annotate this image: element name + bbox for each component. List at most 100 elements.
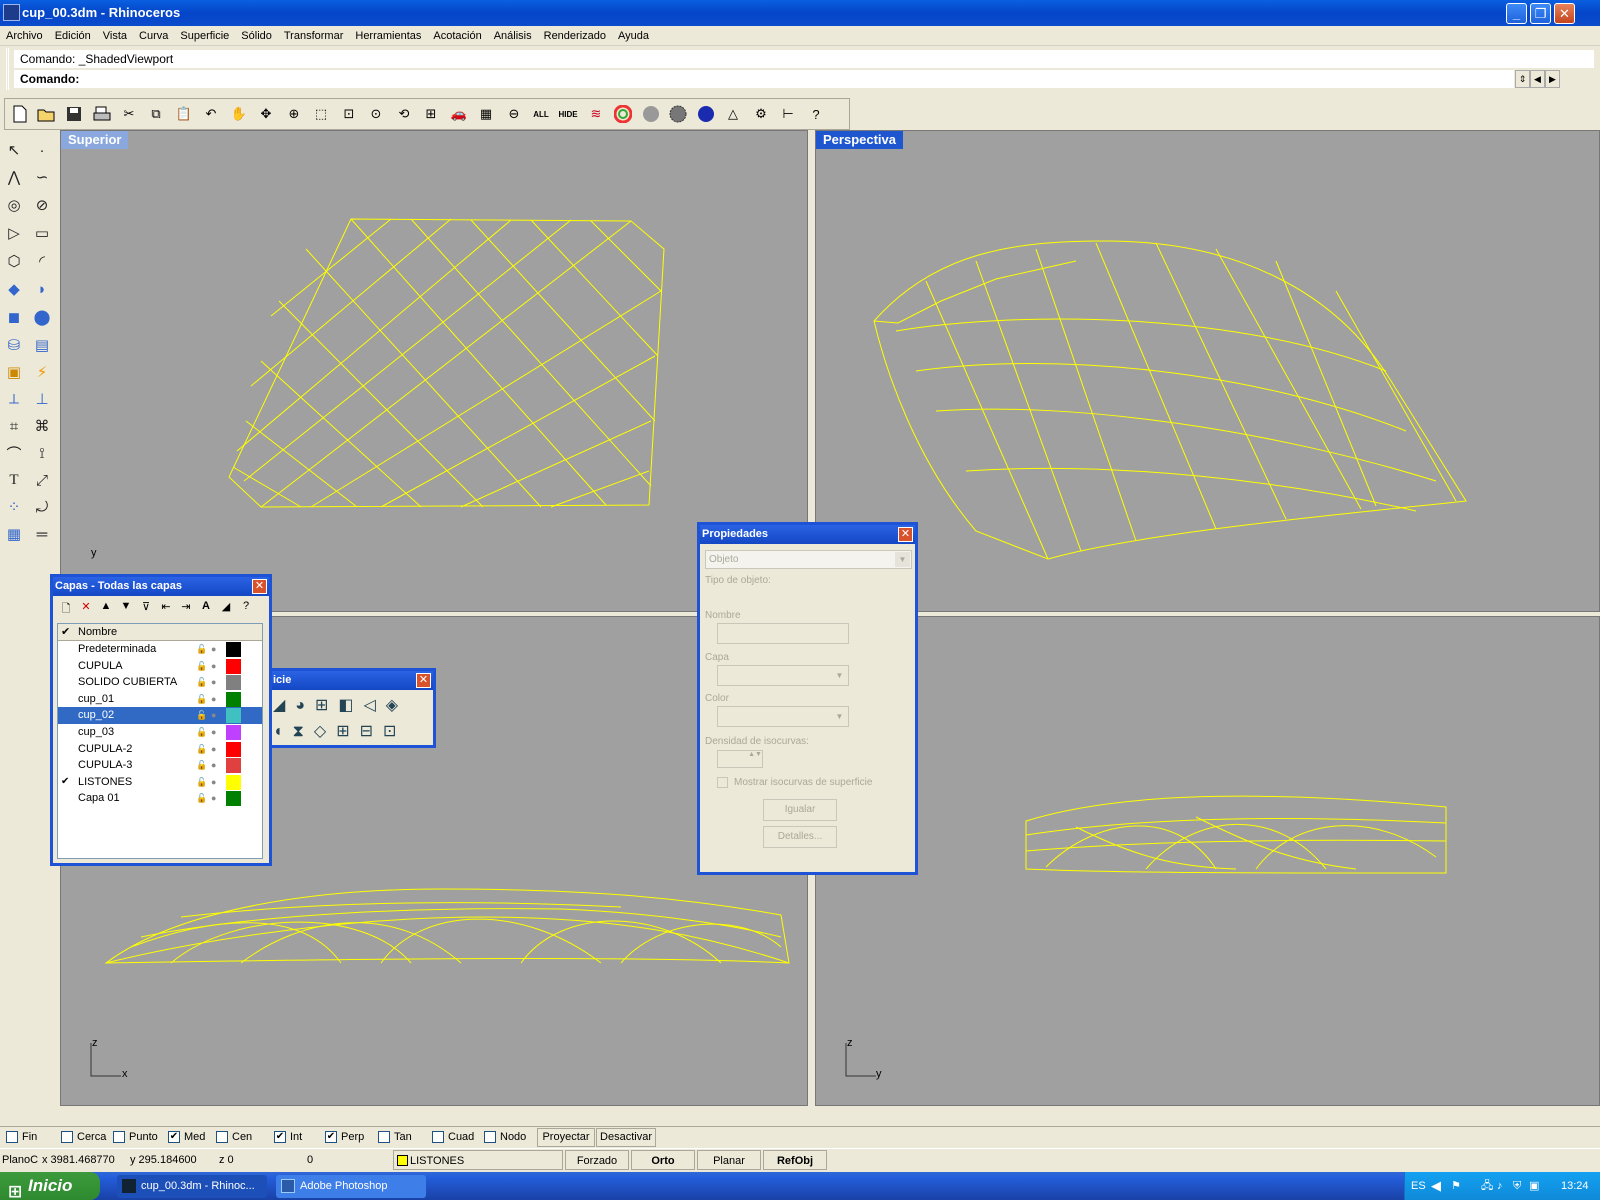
chevron-down-icon[interactable]: ▼ (895, 552, 910, 567)
shaded-sphere-icon[interactable] (640, 103, 662, 125)
layer-color-swatch[interactable] (226, 691, 241, 707)
analyze-icon[interactable]: ▣ (2, 360, 26, 384)
render-sphere-icon[interactable] (667, 103, 689, 125)
layer-color-swatch[interactable] (226, 708, 241, 724)
checkbox-icon[interactable]: ✔ (274, 1131, 286, 1144)
window-titlebar[interactable]: cup_00.3dm - Rhinoceros _ ❐ ✕ (0, 0, 1600, 26)
layer-row[interactable]: cup_02 🔓 ● (58, 707, 262, 724)
network-icon[interactable]: 🖧 (1481, 1172, 1493, 1200)
osnap-med[interactable]: ✔ Med (168, 1130, 205, 1144)
new-file-icon[interactable] (9, 103, 31, 125)
zoom-extents-icon[interactable]: ⊡ (338, 103, 360, 125)
layer-color-swatch[interactable] (226, 642, 241, 657)
lightbulb-icon[interactable]: ● (211, 691, 216, 707)
lock-icon[interactable]: 🔓 (196, 741, 207, 757)
osnap-cerca[interactable]: Cerca (61, 1130, 106, 1144)
circle-icon[interactable]: ◎ (2, 193, 26, 217)
blue-sphere-icon[interactable] (695, 103, 717, 125)
lock-icon[interactable]: 🔓 (196, 658, 207, 674)
export-icon[interactable]: ⇥ (177, 600, 195, 620)
options-icon[interactable]: ⊖ (503, 103, 525, 125)
select-arrow-icon[interactable]: ↖ (2, 138, 26, 162)
arc-icon[interactable]: ◜ (30, 249, 54, 273)
scale-icon[interactable]: ⤢ (30, 468, 54, 492)
checkbox-icon[interactable] (432, 1131, 444, 1144)
osnap-toggle[interactable]: RefObj (763, 1150, 827, 1170)
trim-icon[interactable]: ⊥ (30, 387, 54, 411)
command-prompt[interactable]: Comando: (14, 70, 1514, 88)
layer-name[interactable]: CUPULA-2 (78, 741, 132, 757)
menu-curva[interactable]: Curva (139, 30, 168, 42)
four-viewports-icon[interactable]: ⊞ (420, 103, 442, 125)
start-button[interactable]: ⊞ Inicio (0, 1172, 100, 1200)
box-icon[interactable]: ◼ (2, 305, 26, 329)
font-icon[interactable]: A (197, 600, 215, 620)
chevron-down-icon[interactable]: ▼ (832, 668, 847, 683)
menu-herramientas[interactable]: Herramientas (355, 30, 421, 42)
surface-patch-icon[interactable]: ◆ (2, 277, 26, 301)
layer-color-swatch[interactable] (226, 658, 241, 674)
close-button[interactable]: ✕ (1554, 3, 1575, 24)
properties-panel[interactable]: Propiedades ✕ Objeto ▼ Tipo de objeto: Nom… (697, 522, 918, 875)
hide-button[interactable]: HIDE (557, 103, 579, 125)
car-icon[interactable]: 🚗 (448, 103, 470, 125)
current-layer-check-icon[interactable]: ✔ (61, 774, 69, 790)
close-icon[interactable]: ✕ (252, 579, 267, 594)
surface-tools-row-2[interactable]: ◖⧗◇⊞⊟⊡ (273, 721, 406, 741)
array-icon[interactable]: ⌗ (2, 414, 26, 438)
menu-renderizado[interactable]: Renderizado (544, 30, 606, 42)
lightbulb-icon[interactable]: ● (211, 757, 216, 773)
rectangle-icon[interactable]: ▭ (30, 221, 54, 245)
layer-row[interactable]: Capa 01 🔓 ● (58, 790, 262, 807)
checkbox-icon[interactable]: ✔ (325, 1131, 337, 1144)
move-up-icon[interactable]: ▲ (97, 600, 115, 620)
viewport-right[interactable]: z y (815, 616, 1600, 1106)
checkbox-icon[interactable]: ✔ (168, 1131, 180, 1144)
print-icon[interactable] (91, 103, 113, 125)
dimension-icon[interactable]: ⊢ (777, 103, 799, 125)
layer-color-swatch[interactable] (226, 774, 241, 790)
close-icon[interactable]: ✕ (898, 527, 913, 542)
rotate-view-icon[interactable]: ✥ (255, 103, 277, 125)
status-layer[interactable]: LISTONES (393, 1150, 563, 1170)
group-icon[interactable]: ⌘ (30, 414, 54, 438)
menu-edicion[interactable]: Edición (55, 30, 91, 42)
paste-icon[interactable]: 📋 (173, 103, 195, 125)
lightbulb-icon[interactable]: ● (211, 774, 216, 790)
help-icon[interactable]: ? (237, 600, 255, 620)
curve-icon[interactable]: ∽ (30, 165, 54, 189)
layer-name[interactable]: CUPULA (78, 658, 123, 674)
viewport-top[interactable]: Superior y (60, 130, 808, 612)
osnap-punto[interactable]: Punto (113, 1130, 158, 1144)
lightbulb-icon[interactable]: ● (211, 707, 216, 723)
revolve-icon[interactable]: ◗ (30, 277, 54, 301)
menu-transformar[interactable]: Transformar (284, 30, 344, 42)
layer-color-swatch[interactable] (226, 741, 241, 757)
osnap-fin[interactable]: Fin (6, 1130, 37, 1144)
layer-name[interactable]: SOLIDO CUBIERTA (78, 674, 177, 690)
copy-icon[interactable]: ⧉ (145, 103, 167, 125)
menu-vista[interactable]: Vista (103, 30, 127, 42)
match-button[interactable]: Igualar (763, 799, 837, 821)
tray-arrow-icon[interactable]: ◀ (1431, 1172, 1441, 1200)
menu-analisis[interactable]: Análisis (494, 30, 532, 42)
points-on-icon[interactable]: ⁘ (2, 495, 26, 519)
task-rhino[interactable]: cup_00.3dm - Rhinoc... (117, 1175, 267, 1198)
layout-icon[interactable]: ▦ (2, 522, 26, 546)
planar-toggle[interactable]: Planar (697, 1150, 761, 1170)
menu-archivo[interactable]: Archivo (6, 30, 43, 42)
checkbox-icon[interactable] (216, 1131, 228, 1144)
rotate-icon[interactable]: ⤾ (30, 495, 54, 519)
layers-panel[interactable]: Capas - Todas las capas ✕ 🗋 ✕ ▲ ▼ ⊽ ⇤ ⇥ A… (50, 574, 272, 866)
osnap-cuad[interactable]: Cuad (432, 1130, 474, 1144)
lightbulb-icon[interactable]: ● (211, 674, 216, 690)
layer-row[interactable]: cup_01 🔓 ● (58, 691, 262, 708)
separator-icon[interactable]: ═ (30, 522, 54, 546)
object-type-select[interactable]: Objeto ▼ (705, 550, 912, 569)
lightbulb-icon[interactable]: ● (211, 724, 216, 740)
language-indicator[interactable]: ES (1411, 1172, 1426, 1200)
open-icon[interactable] (36, 103, 58, 125)
layer-name[interactable]: Capa 01 (78, 790, 120, 806)
layer-name[interactable]: cup_01 (78, 691, 114, 707)
color-wheel-icon[interactable] (612, 103, 634, 125)
